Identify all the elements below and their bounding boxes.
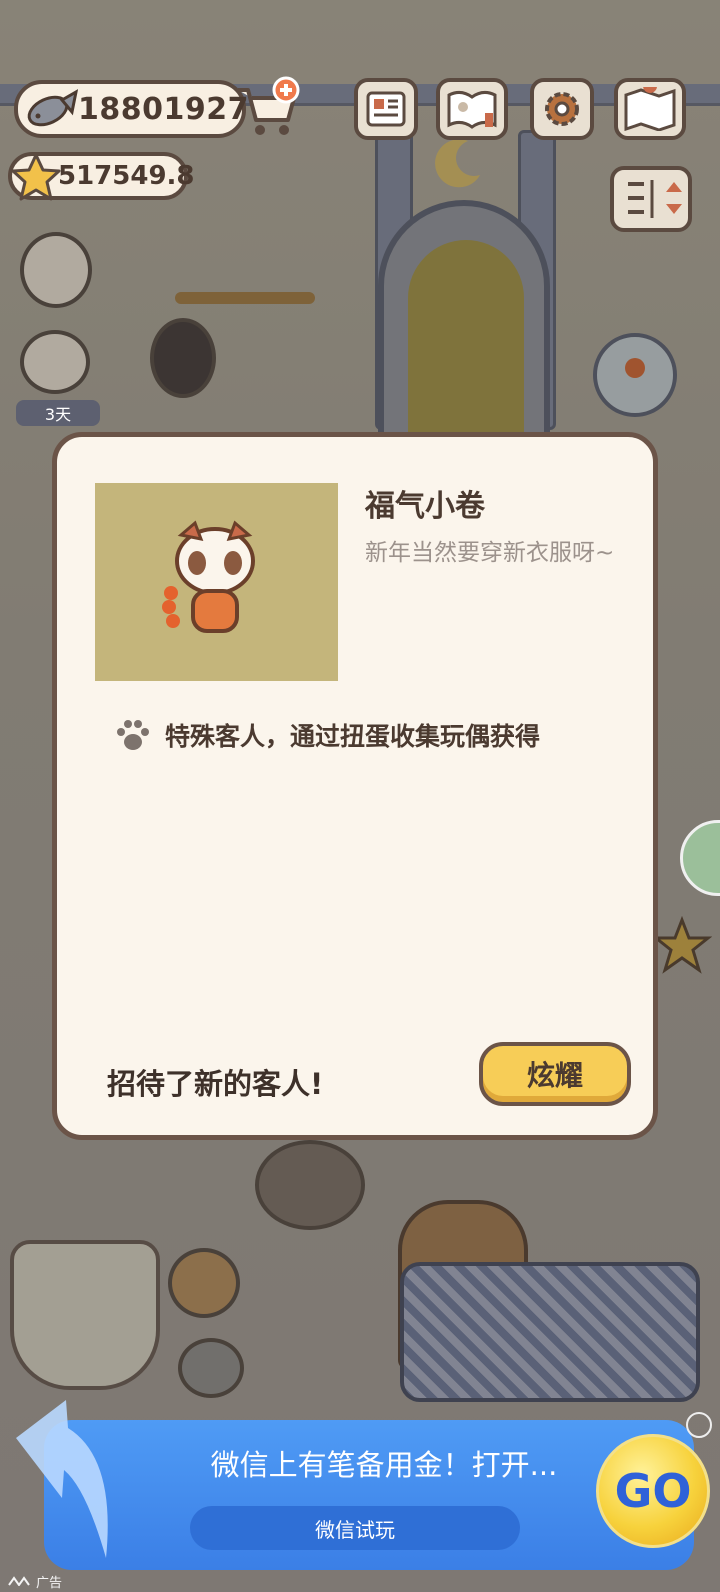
fish-icon [27, 89, 78, 127]
sort-icon [628, 180, 682, 218]
fish-currency-display: 18801927 [14, 80, 249, 138]
book-icon [447, 90, 497, 129]
fish-currency-value: 18801927 [78, 91, 249, 127]
news-button[interactable] [354, 78, 418, 140]
source-text: 特殊客人，通过扭蛋收集玩偶获得 [165, 722, 541, 751]
arrow-icon [16, 1400, 108, 1558]
gear-icon [545, 92, 579, 126]
star-icon [11, 153, 61, 201]
map-icon [624, 87, 676, 131]
settings-button[interactable] [530, 78, 594, 140]
ad-label-text: 广告 [36, 1575, 63, 1591]
greeting-text: 招待了新的客人! [107, 1067, 324, 1101]
customer-doll-image [162, 520, 255, 633]
customer-name: 福气小卷 [365, 489, 485, 524]
star-currency-value: 517549.8 [58, 161, 195, 191]
star-currency-display: 517549.8 [8, 152, 195, 201]
ad-source-icon [8, 1576, 30, 1586]
source-info: 特殊客人，通过扭蛋收集玩偶获得 [115, 717, 540, 753]
ad-headline: 微信上有笔备用金！打开... [210, 1448, 558, 1482]
shop-cart-button[interactable] [232, 76, 300, 140]
show-off-button[interactable]: 炫耀 [479, 1042, 631, 1106]
ad-close-button[interactable] [686, 1412, 712, 1438]
customer-portrait [95, 483, 338, 681]
newspaper-icon [366, 91, 406, 127]
ad-label: 广告 [8, 1570, 62, 1592]
catalog-button[interactable] [436, 78, 508, 140]
ad-try-button[interactable]: 微信试玩 [190, 1506, 520, 1550]
ad-go-button[interactable]: GO [596, 1434, 710, 1548]
customer-description: 新年当然要穿新衣服呀~ [365, 540, 615, 566]
days-badge: 3天 [16, 400, 100, 426]
sort-toggle-button[interactable] [610, 166, 692, 232]
paw-icon [117, 720, 149, 750]
new-customer-dialog: 福气小卷 新年当然要穿新衣服呀~ 特殊客人，通过扭蛋收集玩偶获得 招待了新的客人… [52, 432, 658, 1140]
map-button[interactable] [614, 78, 686, 140]
